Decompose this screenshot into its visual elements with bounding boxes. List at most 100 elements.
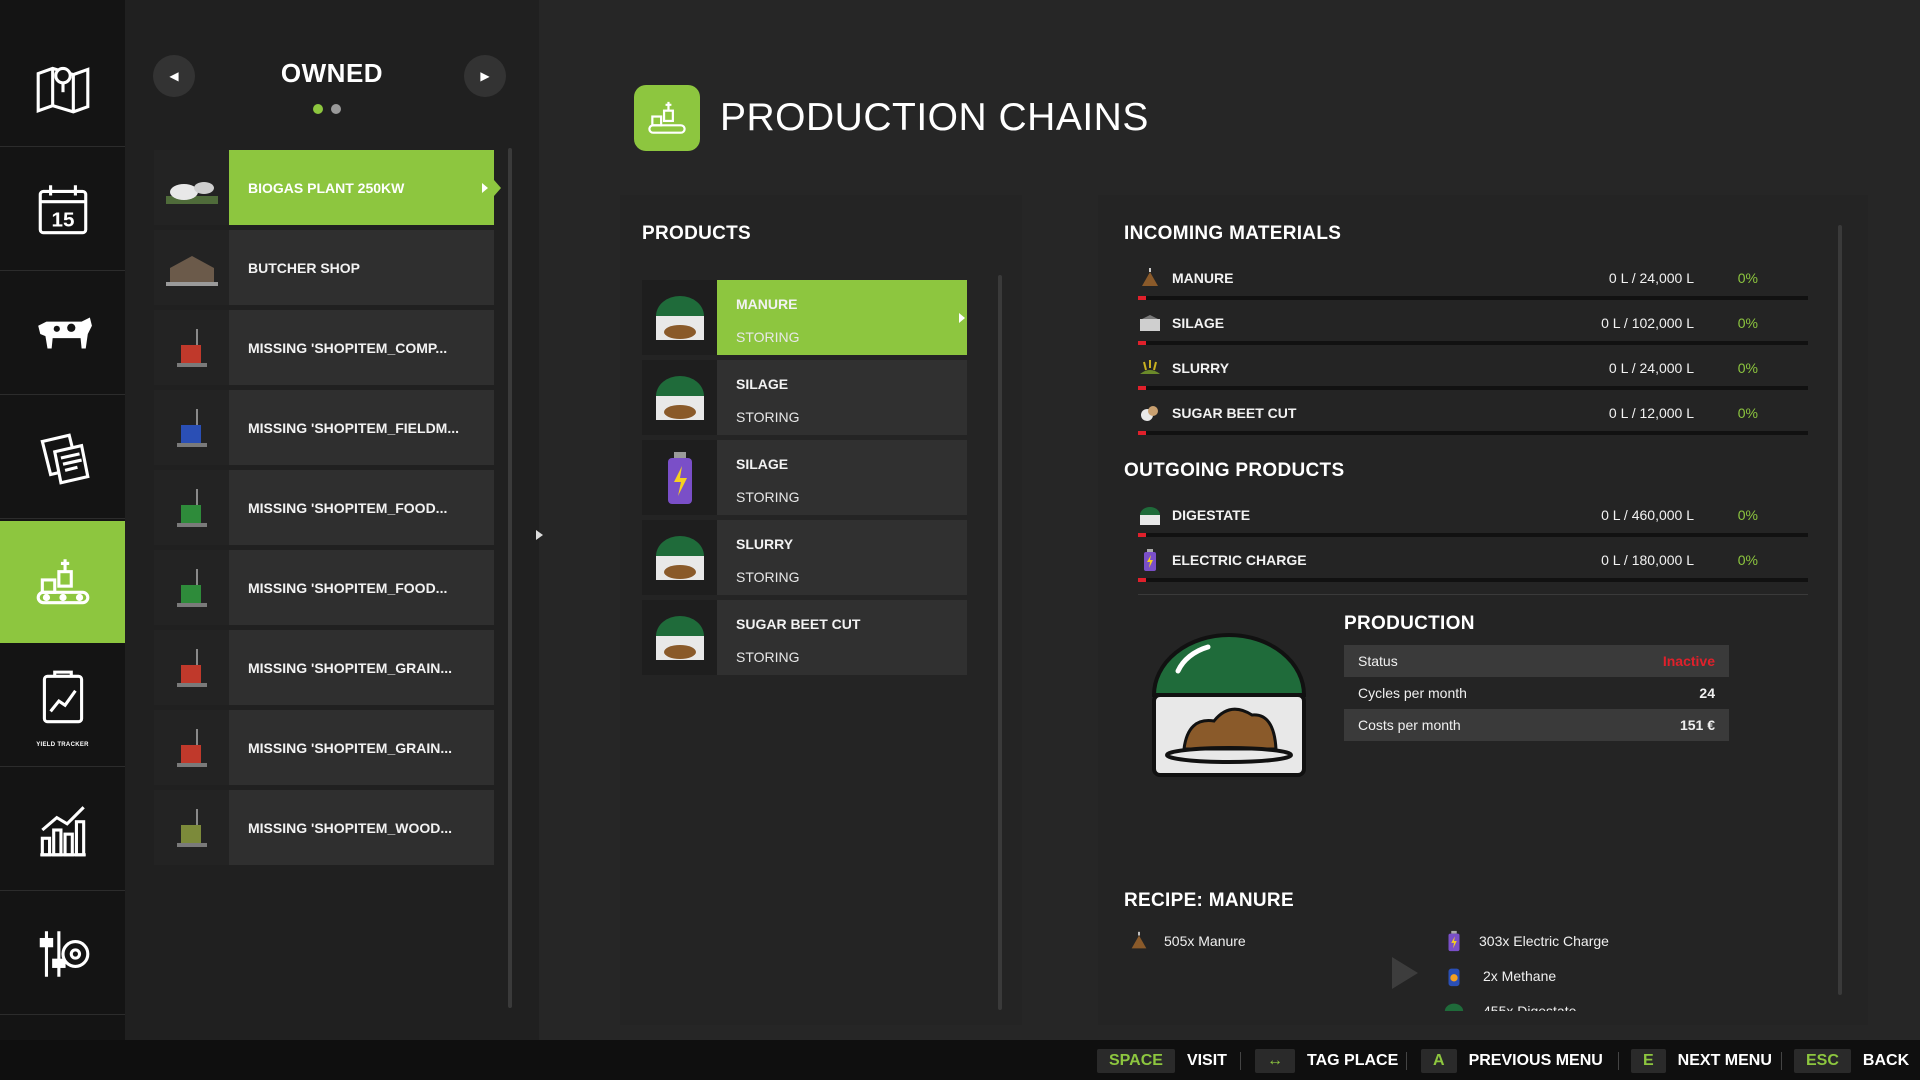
recipe-output-digestate: 455x Digestate [1443, 1000, 1576, 1011]
recipe-input-label: 505x Manure [1164, 933, 1246, 949]
product-item-silage-1[interactable]: SILAGE STORING [642, 360, 967, 435]
methane-icon [1448, 968, 1460, 987]
sidebar-item-statistics[interactable] [0, 769, 125, 891]
product-item-manure[interactable]: MANURE STORING [642, 280, 967, 355]
sidebar-item-calendar[interactable]: 15 [0, 149, 125, 271]
hint-label: TAG PLACE [1307, 1052, 1399, 1069]
calendar-day: 15 [51, 208, 74, 231]
material-name: ELECTRIC CHARGE [1172, 552, 1307, 568]
incoming-materials-title: INCOMING MATERIALS [1124, 223, 1342, 244]
bottom-hint-bar: SPACE VISIT ↔ TAG PLACE A PREVIOUS MENU … [0, 1040, 1920, 1080]
sidebar-item-yield-tracker[interactable]: YIELD TRACKER [0, 645, 125, 767]
slurry-icon [642, 520, 717, 595]
outgoing-row-digestate: DIGESTATE 0 L / 460,000 L 0% [1138, 500, 1868, 545]
hint-label: BACK [1862, 1052, 1910, 1069]
battery-icon [1448, 930, 1460, 952]
product-status: STORING [736, 649, 800, 665]
owned-item-butcher-shop[interactable]: BUTCHER SHOP [154, 230, 494, 305]
silo-olive-thumbnail [154, 790, 229, 865]
production-icon [36, 558, 89, 604]
material-fill-bar [1138, 386, 1808, 390]
silage-bunker-icon [1140, 315, 1160, 331]
hint-separator [1240, 1052, 1241, 1070]
settings-icon [39, 930, 89, 977]
hint-separator [1781, 1052, 1782, 1070]
hint-previous-menu[interactable]: A PREVIOUS MENU [1421, 1048, 1603, 1074]
hint-next-menu[interactable]: E NEXT MENU [1631, 1048, 1772, 1074]
material-fill-bar [1138, 341, 1808, 345]
owned-scrollbar[interactable] [508, 148, 512, 1008]
product-status: STORING [736, 409, 800, 425]
production-row-cycles: Cycles per month 24 [1344, 677, 1729, 709]
hint-back[interactable]: ESC BACK [1794, 1048, 1909, 1074]
selected-caret-icon [959, 313, 965, 323]
material-fill-bar [1138, 431, 1808, 435]
hint-separator [1406, 1052, 1407, 1070]
calendar-icon: 15 [38, 184, 87, 234]
incoming-row-silage: SILAGE 0 L / 102,000 L 0% [1138, 308, 1868, 353]
owned-item-shopitem-grain-1[interactable]: MISSING 'SHOPITEM_GRAIN... [154, 630, 494, 705]
owned-item-shopitem-food-1[interactable]: MISSING 'SHOPITEM_FOOD... [154, 470, 494, 545]
material-name: SILAGE [1172, 315, 1225, 331]
incoming-row-slurry: SLURRY 0 L / 24,000 L 0% [1138, 353, 1868, 398]
hint-tag-place[interactable]: ↔ TAG PLACE [1255, 1048, 1398, 1074]
details-panel: INCOMING MATERIALS MANURE 0 L / 24,000 L… [1098, 195, 1868, 1025]
product-name: MANURE [736, 296, 798, 312]
owned-item-shopitem-fieldm[interactable]: MISSING 'SHOPITEM_FIELDM... [154, 390, 494, 465]
owned-item-biogas-plant[interactable]: BIOGAS PLANT 250KW [154, 150, 501, 225]
sidebar-item-animals[interactable] [0, 273, 125, 395]
sidebar-item-map[interactable] [0, 25, 125, 147]
recipe-title: RECIPE: MANURE [1124, 890, 1294, 911]
material-percent: 0% [1737, 315, 1758, 331]
owned-item-label: MISSING 'SHOPITEM_FOOD... [248, 579, 448, 596]
owned-item-shopitem-wood[interactable]: MISSING 'SHOPITEM_WOOD... [154, 790, 494, 865]
battery-icon [1144, 549, 1156, 571]
sugar-beet-cut-icon [1141, 406, 1158, 421]
page-dot-2[interactable] [331, 104, 341, 114]
owned-item-shopitem-grain-2[interactable]: MISSING 'SHOPITEM_GRAIN... [154, 710, 494, 785]
product-item-silage-2[interactable]: SILAGE STORING [642, 440, 967, 515]
production-label: Costs per month [1358, 717, 1461, 733]
outgoing-row-electric-charge: ELECTRIC CHARGE 0 L / 180,000 L 0% [1138, 545, 1868, 590]
butcher-shop-thumbnail [154, 230, 229, 305]
products-scrollbar[interactable] [998, 275, 1002, 1010]
material-amount: 0 L / 24,000 L [1608, 360, 1694, 376]
material-amount: 0 L / 460,000 L [1601, 507, 1694, 523]
sidebar-rail: 15 YIELD TRACKER [0, 0, 133, 1040]
product-status: STORING [736, 329, 800, 345]
silo-green-thumbnail [154, 550, 229, 625]
sidebar-item-production[interactable] [0, 521, 133, 643]
production-chains-header-icon [634, 85, 700, 151]
hint-label: VISIT [1186, 1052, 1227, 1069]
product-item-slurry[interactable]: SLURRY STORING [642, 520, 967, 595]
key-arrows: ↔ [1255, 1049, 1295, 1073]
panel-collapse-arrow-icon[interactable] [536, 530, 543, 540]
material-percent: 0% [1737, 507, 1758, 523]
owned-item-shopitem-food-2[interactable]: MISSING 'SHOPITEM_FOOD... [154, 550, 494, 625]
material-name: MANURE [1172, 270, 1234, 286]
owned-next-button[interactable]: ▶ [464, 55, 506, 97]
digestate-icon [1140, 507, 1160, 525]
key-a: A [1421, 1049, 1457, 1073]
production-row-status: Status Inactive [1344, 645, 1729, 677]
sidebar-item-settings[interactable] [0, 893, 125, 1015]
product-status: STORING [736, 489, 800, 505]
status-value: Inactive [1662, 653, 1715, 669]
material-percent: 0% [1737, 552, 1758, 568]
details-scrollbar[interactable] [1838, 225, 1842, 995]
product-name: SUGAR BEET CUT [736, 616, 861, 632]
owned-item-label: MISSING 'SHOPITEM_WOOD... [248, 819, 453, 836]
recipe-output-label: 303x Electric Charge [1479, 933, 1609, 949]
sidebar-item-contracts[interactable] [0, 397, 125, 519]
recipe-output-electric-charge: 303x Electric Charge [1443, 930, 1609, 952]
page-dot-1[interactable] [313, 104, 323, 114]
product-name: SILAGE [736, 376, 789, 392]
costs-value: 151 € [1679, 717, 1715, 733]
cow-icon [37, 316, 92, 348]
owned-item-shopitem-comp[interactable]: MISSING 'SHOPITEM_COMP... [154, 310, 494, 385]
product-item-sugar-beet-cut[interactable]: SUGAR BEET CUT STORING [642, 600, 967, 675]
material-fill-bar [1138, 578, 1808, 582]
silo-green-thumbnail [154, 470, 229, 545]
page-indicator [313, 104, 341, 114]
hint-visit[interactable]: SPACE VISIT [1097, 1048, 1227, 1074]
